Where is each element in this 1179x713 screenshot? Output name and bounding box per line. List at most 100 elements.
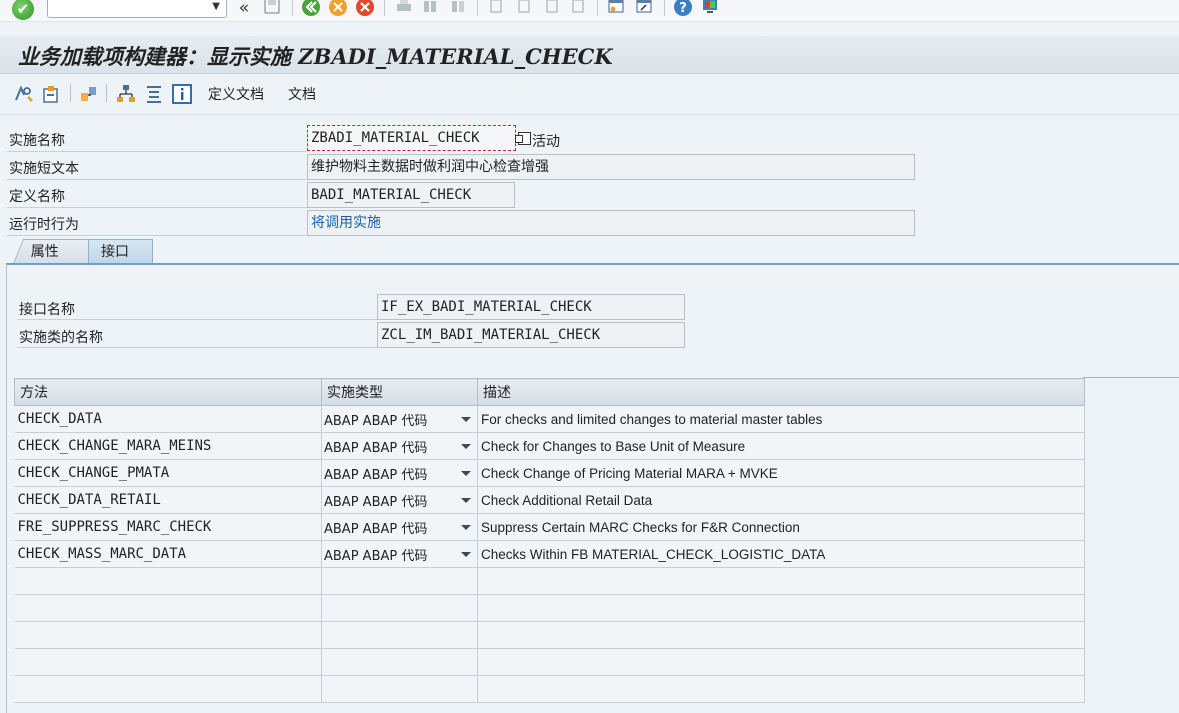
empty-cell[interactable]: [477, 621, 1085, 649]
impl-name-field[interactable]: ZBADI_MATERIAL_CHECK: [307, 125, 516, 151]
dropdown-arrow-icon[interactable]: [461, 525, 471, 530]
method-name-cell[interactable]: CHECK_DATA_RETAIL: [14, 486, 322, 514]
dropdown-arrow-icon[interactable]: [461, 471, 471, 476]
application-toolbar: 定义文档 文档: [0, 75, 1179, 115]
empty-cell[interactable]: [14, 621, 322, 649]
method-name-cell[interactable]: CHECK_MASS_MARC_DATA: [14, 540, 322, 568]
definition-name-row: 定义名称: [7, 180, 307, 208]
previous-page-icon[interactable]: [514, 0, 534, 19]
docs-button[interactable]: 文档: [288, 84, 316, 104]
empty-cell[interactable]: [321, 675, 478, 703]
back-icon[interactable]: [300, 0, 322, 19]
dropdown-arrow-icon[interactable]: [461, 498, 471, 503]
title-bar: 业务加载项构建器：显示实施 ZBADI_MATERIAL_CHECK: [0, 36, 1179, 74]
empty-cell[interactable]: [477, 648, 1085, 676]
definition-docs-button[interactable]: 定义文档: [208, 84, 264, 104]
table-row[interactable]: CHECK_DATA_RETAIL ABAP ABAP 代码 Check Add…: [14, 486, 1085, 514]
next-page-icon[interactable]: [542, 0, 562, 19]
find-next-icon[interactable]: [448, 0, 468, 19]
impl-name-label: 实施名称: [9, 133, 65, 149]
enter-check-icon[interactable]: ✔: [12, 0, 34, 20]
empty-cell[interactable]: [477, 567, 1085, 595]
method-name-cell[interactable]: CHECK_CHANGE_PMATA: [14, 459, 322, 487]
toolbar-separator: [384, 0, 385, 16]
table-row[interactable]: CHECK_CHANGE_PMATA ABAP ABAP 代码 Check Ch…: [14, 459, 1085, 487]
empty-cell[interactable]: [477, 675, 1085, 703]
chevron-down-icon[interactable]: ▼: [212, 1, 220, 12]
hierarchy-icon[interactable]: [115, 83, 137, 105]
copy-icon[interactable]: [515, 132, 531, 145]
empty-table-row[interactable]: [14, 621, 1085, 649]
column-header-impl-type[interactable]: 实施类型: [321, 378, 478, 406]
table-row[interactable]: FRE_SUPPRESS_MARC_CHECK ABAP ABAP 代码 Sup…: [14, 513, 1085, 541]
method-name-cell[interactable]: CHECK_DATA: [14, 405, 322, 433]
activate-icon[interactable]: [78, 83, 100, 105]
column-header-description[interactable]: 描述: [477, 378, 1085, 406]
save-icon[interactable]: [262, 0, 282, 19]
customize-layout-icon[interactable]: [700, 0, 720, 19]
short-text-field[interactable]: 维护物料主数据时做利润中心检查增强: [307, 154, 915, 180]
collapse-chevrons-icon[interactable]: «: [236, 0, 252, 19]
impl-type-cell[interactable]: ABAP ABAP 代码: [321, 513, 478, 541]
empty-table-row[interactable]: [14, 594, 1085, 622]
other-object-icon[interactable]: [40, 83, 62, 105]
method-name-cell[interactable]: FRE_SUPPRESS_MARC_CHECK: [14, 513, 322, 541]
empty-table-row[interactable]: [14, 675, 1085, 703]
empty-cell[interactable]: [321, 621, 478, 649]
impl-type-cell[interactable]: ABAP ABAP 代码: [321, 405, 478, 433]
shortcut-icon[interactable]: [634, 0, 654, 19]
display-change-icon[interactable]: [12, 83, 34, 105]
description-cell: Check Change of Pricing Material MARA + …: [477, 459, 1085, 487]
impl-type-cell[interactable]: ABAP ABAP 代码: [321, 486, 478, 514]
definition-name-field[interactable]: BADI_MATERIAL_CHECK: [307, 182, 515, 208]
empty-cell[interactable]: [477, 594, 1085, 622]
interface-name-field[interactable]: IF_EX_BADI_MATERIAL_CHECK: [377, 294, 685, 320]
impl-class-field[interactable]: ZCL_IM_BADI_MATERIAL_CHECK: [377, 322, 685, 348]
methods-table: 方法 实施类型 描述 CHECK_DATA ABAP ABAP 代码 For c…: [14, 378, 1085, 703]
exit-icon[interactable]: [327, 0, 349, 19]
toolbar-separator: [664, 0, 665, 16]
empty-cell[interactable]: [14, 675, 322, 703]
dropdown-arrow-icon[interactable]: [461, 417, 471, 422]
info-icon[interactable]: [171, 83, 193, 105]
find-icon[interactable]: [420, 0, 440, 19]
table-row[interactable]: CHECK_CHANGE_MARA_MEINS ABAP ABAP 代码 Che…: [14, 432, 1085, 460]
impl-type-cell[interactable]: ABAP ABAP 代码: [321, 540, 478, 568]
runtime-behavior-field[interactable]: 将调用实施: [307, 210, 915, 236]
description-cell: For checks and limited changes to materi…: [477, 405, 1085, 433]
tab-interface[interactable]: 接口: [88, 239, 153, 264]
impl-type-text: ABAP ABAP 代码: [324, 548, 428, 564]
impl-type-text: ABAP ABAP 代码: [324, 413, 428, 429]
list-icon[interactable]: [143, 83, 165, 105]
command-field[interactable]: ▼: [47, 0, 227, 18]
method-name-cell[interactable]: CHECK_CHANGE_MARA_MEINS: [14, 432, 322, 460]
cancel-icon[interactable]: [354, 0, 376, 19]
empty-cell[interactable]: [321, 567, 478, 595]
empty-cell[interactable]: [14, 594, 322, 622]
toolbar-separator: [70, 84, 71, 102]
table-row[interactable]: CHECK_DATA ABAP ABAP 代码 For checks and l…: [14, 405, 1085, 433]
empty-cell[interactable]: [321, 594, 478, 622]
impl-type-cell[interactable]: ABAP ABAP 代码: [321, 432, 478, 460]
tab-attributes[interactable]: 属性: [12, 239, 100, 264]
column-header-method[interactable]: 方法: [14, 378, 322, 406]
print-icon[interactable]: [394, 0, 414, 19]
empty-table-row[interactable]: [14, 567, 1085, 595]
last-page-icon[interactable]: [568, 0, 588, 19]
table-row[interactable]: CHECK_MASS_MARC_DATA ABAP ABAP 代码 Checks…: [14, 540, 1085, 568]
description-cell: Suppress Certain MARC Checks for F&R Con…: [477, 513, 1085, 541]
interface-name-row: 接口名称: [17, 293, 377, 320]
empty-table-row[interactable]: [14, 648, 1085, 676]
dropdown-arrow-icon[interactable]: [461, 444, 471, 449]
first-page-icon[interactable]: [486, 0, 506, 19]
help-icon[interactable]: ?: [672, 0, 694, 19]
new-session-icon[interactable]: [606, 0, 626, 19]
runtime-behavior-label: 运行时行为: [9, 217, 79, 233]
impl-status-text: 活动: [532, 134, 560, 150]
table-header-line: [1083, 377, 1179, 378]
empty-cell[interactable]: [14, 648, 322, 676]
dropdown-arrow-icon[interactable]: [461, 552, 471, 557]
impl-type-cell[interactable]: ABAP ABAP 代码: [321, 459, 478, 487]
empty-cell[interactable]: [321, 648, 478, 676]
empty-cell[interactable]: [14, 567, 322, 595]
